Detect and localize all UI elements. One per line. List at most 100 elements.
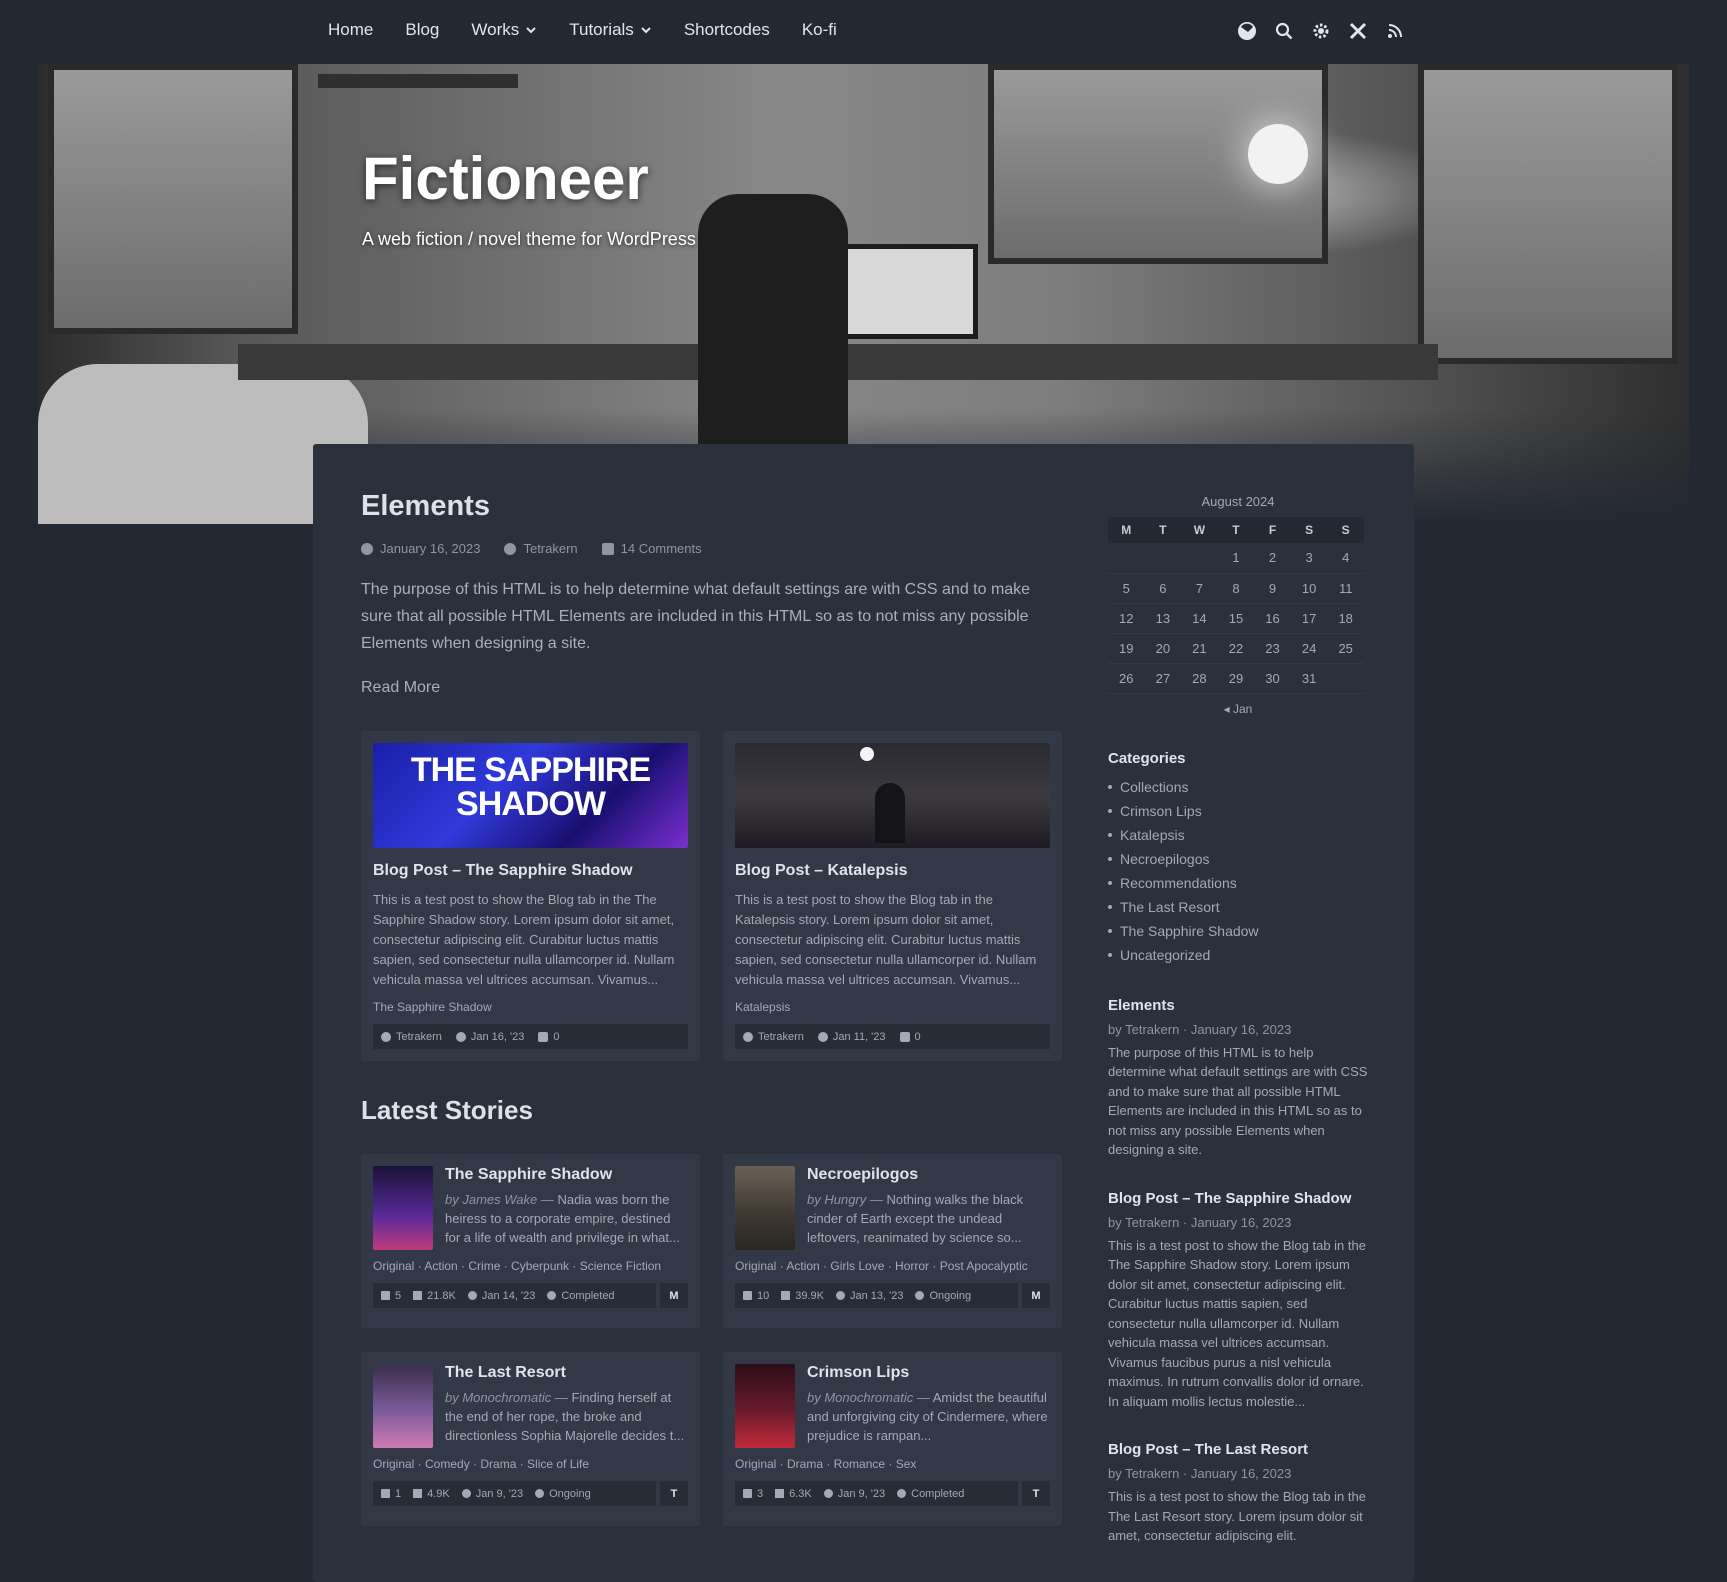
category-item[interactable]: Crimson Lips bbox=[1108, 799, 1368, 823]
blog-card[interactable]: THE SAPPHIRE SHADOW Blog Post – The Sapp… bbox=[361, 731, 700, 1061]
card-tag[interactable]: Katalepsis bbox=[735, 1000, 1050, 1014]
category-item[interactable]: Recommendations bbox=[1108, 871, 1368, 895]
cal-day: 19 bbox=[1108, 633, 1145, 664]
post-excerpt: The purpose of this HTML is to help dete… bbox=[361, 581, 1031, 652]
user-icon bbox=[743, 1031, 753, 1042]
story-cover[interactable] bbox=[735, 1364, 795, 1448]
card-tag[interactable]: The Sapphire Shadow bbox=[373, 1000, 688, 1014]
cal-day: 26 bbox=[1108, 663, 1145, 694]
story-date-text: Jan 9, '23 bbox=[837, 1487, 886, 1500]
cal-day: 14 bbox=[1181, 603, 1218, 634]
category-item[interactable]: Collections bbox=[1108, 775, 1368, 799]
card-author[interactable]: Tetrakern bbox=[381, 1031, 442, 1043]
story-title[interactable]: The Sapphire Shadow bbox=[445, 1166, 688, 1184]
post-date[interactable]: January 16, 2023 bbox=[361, 541, 480, 556]
cal-day-header: T bbox=[1144, 517, 1182, 543]
story-status-text: Ongoing bbox=[929, 1289, 972, 1302]
rss-icon[interactable] bbox=[1384, 20, 1405, 41]
recent-post-text: This is a test post to show the Blog tab… bbox=[1108, 1237, 1366, 1409]
story-title[interactable]: Necroepilogos bbox=[807, 1166, 1050, 1184]
category-item[interactable]: The Sapphire Shadow bbox=[1108, 919, 1368, 943]
story-card[interactable]: Crimson Lips by Monochromatic — Amidst t… bbox=[723, 1352, 1062, 1526]
story-tags[interactable]: Original · Action · Girls Love · Horror … bbox=[735, 1259, 1050, 1273]
story-cover[interactable] bbox=[373, 1364, 433, 1448]
category-item[interactable]: Necroepilogos bbox=[1108, 847, 1368, 871]
card-date: Jan 16, '23 bbox=[455, 1031, 524, 1043]
post-author[interactable]: Tetrakern bbox=[504, 541, 578, 556]
story-cover[interactable] bbox=[735, 1166, 795, 1250]
calendar-prev-link[interactable]: ◂ Jan bbox=[1108, 702, 1368, 716]
nav-blog[interactable]: Blog bbox=[405, 20, 439, 40]
post-author-text: Tetrakern bbox=[523, 541, 578, 556]
card-author-text: Tetrakern bbox=[758, 1030, 804, 1043]
chapter-count-text: 3 bbox=[757, 1487, 764, 1500]
post-title[interactable]: Elements bbox=[361, 490, 1061, 523]
blog-card[interactable]: Blog Post – Katalepsis This is a test po… bbox=[723, 731, 1062, 1061]
story-author[interactable]: by James Wake — bbox=[445, 1192, 554, 1207]
card-title[interactable]: Blog Post – The Sapphire Shadow bbox=[373, 862, 688, 880]
story-author[interactable]: by Monochromatic — bbox=[445, 1390, 568, 1405]
story-footer: 5 21.8K Jan 14, '23 Completed M bbox=[373, 1283, 688, 1308]
read-more-link[interactable]: Read More bbox=[361, 679, 1061, 697]
story-footer: 10 39.9K Jan 13, '23 Ongoing M bbox=[735, 1283, 1050, 1308]
story-tags[interactable]: Original · Drama · Romance · Sex bbox=[735, 1457, 1050, 1471]
cal-day-header: F bbox=[1254, 517, 1291, 543]
card-text: This is a test post to show the Blog tab… bbox=[373, 892, 675, 987]
clock-icon bbox=[817, 1031, 828, 1042]
nav-shortcodes[interactable]: Shortcodes bbox=[684, 20, 770, 40]
story-tags[interactable]: Original · Comedy · Drama · Slice of Lif… bbox=[373, 1457, 688, 1471]
recent-post-meta: by Tetrakern · January 16, 2023 bbox=[1108, 1021, 1292, 1037]
chapter-count: 5 bbox=[381, 1290, 401, 1302]
story-author[interactable]: by Hungry — bbox=[807, 1192, 883, 1207]
categories-title: Categories bbox=[1108, 749, 1186, 767]
story-date: Jan 14, '23 bbox=[467, 1289, 536, 1302]
nav-works[interactable]: Works bbox=[471, 20, 537, 40]
gear-icon[interactable] bbox=[1310, 20, 1331, 41]
search-icon[interactable] bbox=[1273, 20, 1294, 41]
recent-post-title[interactable]: Elements bbox=[1108, 997, 1368, 1014]
recent-post-title[interactable]: Blog Post – The Last Resort bbox=[1108, 1441, 1368, 1458]
nav-menu: Home Blog Works Tutorials Shortcodes Ko-… bbox=[328, 20, 837, 40]
story-status: Completed bbox=[547, 1290, 615, 1302]
cal-day: 29 bbox=[1217, 663, 1255, 694]
story-title[interactable]: Crimson Lips bbox=[807, 1364, 1050, 1382]
font-icon bbox=[781, 1291, 791, 1300]
category-item[interactable]: The Last Resort bbox=[1108, 895, 1368, 919]
site-title[interactable]: Fictioneer bbox=[362, 144, 649, 213]
story-card[interactable]: Necroepilogos by Hungry — Nothing walks … bbox=[723, 1154, 1062, 1328]
comment-icon bbox=[538, 1031, 549, 1042]
category-item[interactable]: Katalepsis bbox=[1108, 823, 1368, 847]
card-author[interactable]: Tetrakern bbox=[743, 1031, 804, 1043]
tools-icon[interactable] bbox=[1347, 20, 1368, 41]
nav-home[interactable]: Home bbox=[328, 20, 373, 40]
story-card[interactable]: The Last Resort by Monochromatic — Findi… bbox=[361, 1352, 700, 1526]
post-comments[interactable]: 14 Comments bbox=[601, 541, 702, 556]
chevron-down-icon bbox=[526, 27, 536, 34]
story-tags[interactable]: Original · Action · Crime · Cyberpunk · … bbox=[373, 1259, 688, 1273]
cal-day-header: M bbox=[1108, 517, 1145, 543]
card-title[interactable]: Blog Post – Katalepsis bbox=[735, 862, 1050, 880]
recent-post-title[interactable]: Blog Post – The Sapphire Shadow bbox=[1108, 1190, 1368, 1207]
recent-post: Blog Post – The Last Resort by Tetrakern… bbox=[1108, 1441, 1368, 1546]
story-date-text: Jan 9, '23 bbox=[475, 1487, 524, 1500]
story-grid: The Sapphire Shadow by James Wake — Nadi… bbox=[361, 1154, 1062, 1526]
figure-shape bbox=[875, 783, 905, 843]
nav-tutorials[interactable]: Tutorials bbox=[569, 20, 652, 40]
story-card[interactable]: The Sapphire Shadow by James Wake — Nadi… bbox=[361, 1154, 700, 1328]
story-title[interactable]: The Last Resort bbox=[445, 1364, 688, 1382]
story-cover[interactable] bbox=[373, 1166, 433, 1250]
story-stats: 5 21.8K Jan 14, '23 Completed bbox=[373, 1283, 656, 1308]
user-avatar-icon[interactable] bbox=[1236, 20, 1257, 41]
cal-day-header: S bbox=[1327, 517, 1364, 543]
card-thumbnail[interactable] bbox=[735, 743, 1050, 848]
story-author[interactable]: by Monochromatic — bbox=[807, 1390, 930, 1405]
font-icon bbox=[413, 1291, 423, 1300]
nav-kofi[interactable]: Ko-fi bbox=[802, 20, 837, 40]
story-stats: 1 4.9K Jan 9, '23 Ongoing bbox=[373, 1481, 656, 1506]
cal-day: 23 bbox=[1254, 633, 1291, 664]
blog-cards: THE SAPPHIRE SHADOW Blog Post – The Sapp… bbox=[361, 731, 1062, 1061]
card-thumbnail[interactable]: THE SAPPHIRE SHADOW bbox=[373, 743, 688, 848]
clock-icon bbox=[836, 1291, 845, 1300]
story-date-text: Jan 14, '23 bbox=[481, 1289, 536, 1302]
category-item[interactable]: Uncategorized bbox=[1108, 943, 1368, 967]
